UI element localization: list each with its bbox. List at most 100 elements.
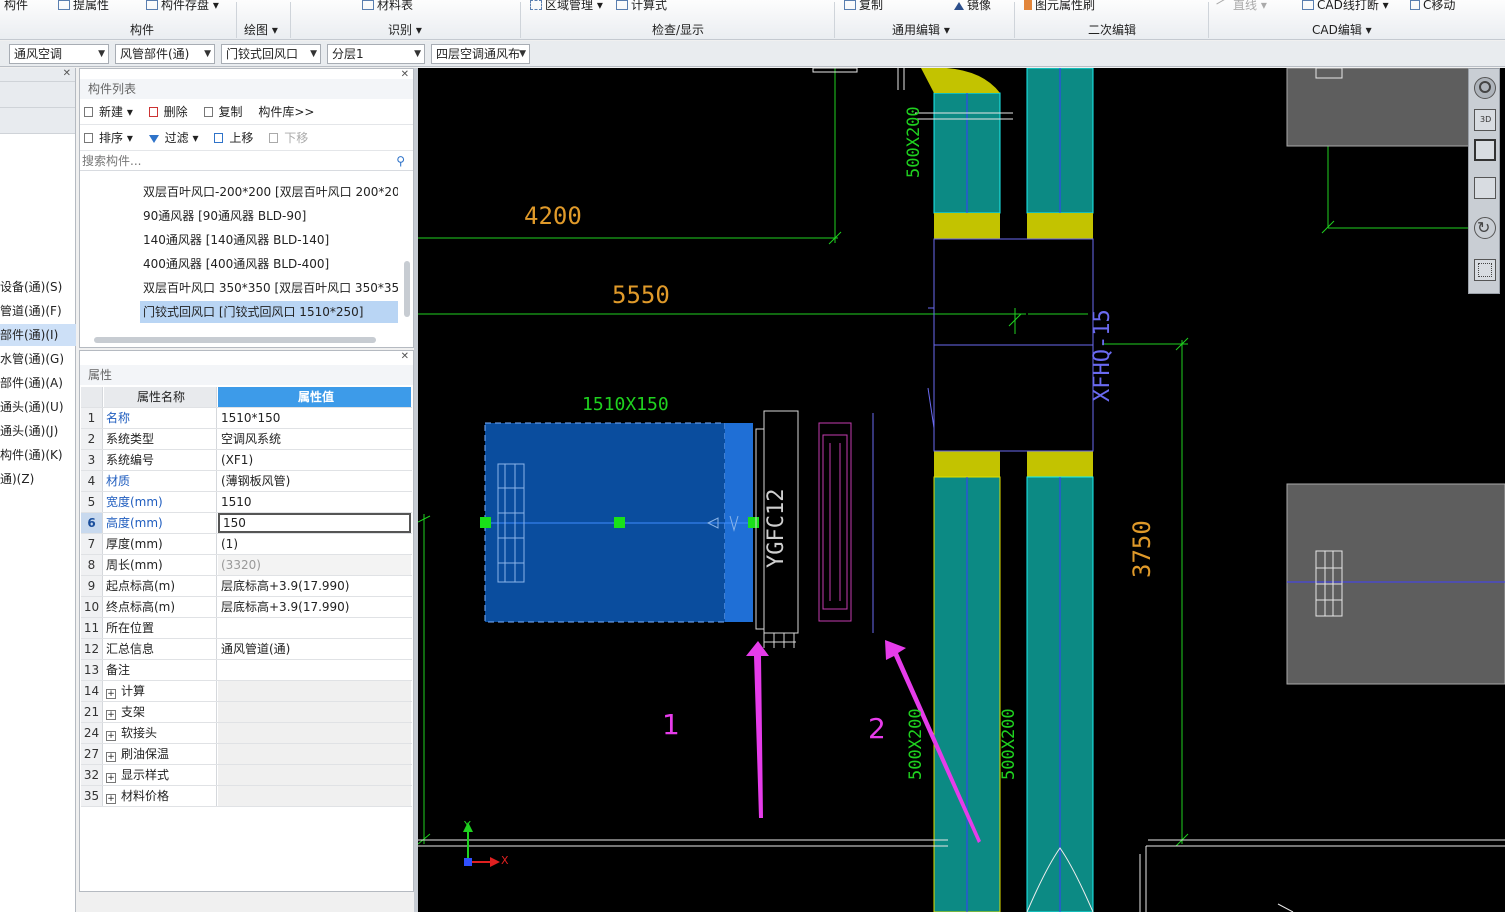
property-value[interactable]: 层底标高+3.9(17.990): [218, 597, 411, 617]
property-group-row[interactable]: 27 + 刷油保温: [81, 744, 412, 765]
library-button[interactable]: 构件库>>: [258, 105, 314, 119]
list-item[interactable]: 140通风器 [140通风器 BLD-140]: [140, 229, 398, 251]
list-item[interactable]: 双层百叶风口-200*200 [双层百叶风口 200*200: [140, 181, 398, 203]
horizontal-scrollbar[interactable]: [94, 337, 376, 343]
group-label-draw[interactable]: 绘图 ▾: [244, 21, 278, 38]
delete-button[interactable]: 删除: [148, 105, 194, 119]
property-value[interactable]: 1510*150: [218, 408, 411, 428]
property-row[interactable]: 7 厚度(mm) (1): [81, 534, 412, 555]
tree-item[interactable]: 通头(通)(J): [0, 420, 76, 442]
tree-item[interactable]: 管道(通)(F): [0, 300, 76, 322]
expand-icon[interactable]: +: [106, 710, 116, 720]
property-row[interactable]: 12 汇总信息 通风管道(通): [81, 639, 412, 660]
discipline-select[interactable]: 通风空调 ▼: [9, 44, 109, 64]
property-row[interactable]: 2 系统类型 空调风系统: [81, 429, 412, 450]
orbit-view-button[interactable]: [1474, 77, 1496, 99]
property-row[interactable]: 5 宽度(mm) 1510: [81, 492, 412, 513]
search-input[interactable]: 搜索构件...: [82, 154, 141, 168]
ribbon-region-manage-button[interactable]: 区域管理 ▾: [530, 0, 603, 13]
view-3d-button[interactable]: 3D: [1474, 109, 1496, 131]
property-value[interactable]: (薄钢板风管): [218, 471, 411, 491]
list-item[interactable]: 400通风器 [400通风器 BLD-400]: [140, 253, 398, 275]
ribbon-mirror-button[interactable]: 镜像: [954, 0, 991, 13]
view-top-button[interactable]: [1474, 139, 1496, 161]
filter-button[interactable]: 过滤 ▾: [148, 131, 205, 145]
tree-item[interactable]: 通头(通)(U): [0, 396, 76, 418]
grip-handle[interactable]: [748, 517, 759, 528]
ribbon-cad-break-button[interactable]: CAD线打断 ▾: [1302, 0, 1389, 13]
property-group-row[interactable]: 21 + 支架: [81, 702, 412, 723]
property-row[interactable]: 10 终点标高(m) 层底标高+3.9(17.990): [81, 597, 412, 618]
tree-item[interactable]: 设备(通)(S): [0, 276, 76, 298]
expand-icon[interactable]: +: [106, 731, 116, 741]
property-row[interactable]: 13 备注: [81, 660, 412, 681]
expand-icon[interactable]: +: [106, 773, 116, 783]
search-field[interactable]: 搜索构件... ⚲: [80, 151, 413, 171]
property-value-input[interactable]: 150: [218, 513, 411, 533]
tree-item[interactable]: 通)(Z): [0, 468, 76, 490]
rotate-view-button[interactable]: ↻: [1474, 217, 1496, 239]
tree-item[interactable]: 部件(通)(A): [0, 372, 76, 394]
group-label-cad-edit[interactable]: CAD编辑 ▾: [1312, 21, 1372, 38]
close-icon[interactable]: ✕: [63, 68, 71, 79]
property-value[interactable]: 1510: [218, 492, 411, 512]
equipment-box[interactable]: [1286, 68, 1473, 147]
property-value[interactable]: (XF1): [218, 450, 411, 470]
ribbon-copy-button[interactable]: 复制: [844, 0, 883, 13]
list-item-selected[interactable]: 门铰式回风口 [门铰式回风口 1510*250]: [140, 301, 398, 323]
category-select[interactable]: 风管部件(通) ▼: [115, 44, 215, 64]
group-label-general-edit[interactable]: 通用编辑 ▾: [892, 21, 950, 38]
ribbon-save-component-button[interactable]: 构件存盘 ▾: [146, 0, 219, 13]
property-value[interactable]: 通风管道(通): [218, 639, 411, 659]
duct-size-bottom-left: 500X200: [906, 708, 926, 780]
property-group-row[interactable]: 14 + 计算: [81, 681, 412, 702]
ribbon-move-button[interactable]: C移动: [1410, 0, 1455, 13]
property-group-row[interactable]: 24 + 软接头: [81, 723, 412, 744]
ribbon-material-table-button[interactable]: 材料表: [362, 0, 413, 13]
property-row[interactable]: 3 系统编号 (XF1): [81, 450, 412, 471]
list-item[interactable]: 双层百叶风口 350*350 [双层百叶风口 350*350: [140, 277, 398, 299]
drawing-select[interactable]: 四层空调通风布 ▼: [431, 44, 530, 64]
property-row[interactable]: 11 所在位置: [81, 618, 412, 639]
view-grid-button[interactable]: [1474, 259, 1496, 281]
move-down-button[interactable]: 下移: [269, 131, 314, 145]
ribbon-property-brush-button[interactable]: 图元属性刷: [1024, 0, 1095, 13]
grip-handle[interactable]: [614, 517, 625, 528]
property-row[interactable]: 4 材质 (薄钢板风管): [81, 471, 412, 492]
move-up-button[interactable]: 上移: [214, 131, 259, 145]
tree-item-selected[interactable]: 部件(通)(I): [0, 324, 76, 346]
ribbon-line-button[interactable]: 直线 ▾: [1216, 0, 1267, 13]
vertical-scrollbar[interactable]: [404, 261, 410, 317]
property-value[interactable]: [218, 660, 411, 680]
expand-icon[interactable]: +: [106, 689, 116, 699]
ribbon-formula-button[interactable]: 计算式: [616, 0, 667, 13]
property-row[interactable]: 1 名称 1510*150: [81, 408, 412, 429]
property-row[interactable]: 9 起点标高(m) 层底标高+3.9(17.990): [81, 576, 412, 597]
return-air-grille[interactable]: [818, 422, 852, 622]
property-group-row[interactable]: 32 + 显示样式: [81, 765, 412, 786]
grip-handle[interactable]: [480, 517, 491, 528]
ribbon-component-button[interactable]: 构件: [4, 0, 28, 13]
property-value[interactable]: 层底标高+3.9(17.990): [218, 576, 411, 596]
expand-icon[interactable]: +: [106, 752, 116, 762]
property-value[interactable]: [218, 618, 411, 638]
property-value[interactable]: 空调风系统: [218, 429, 411, 449]
component-type-select[interactable]: 门铰式回风口 ▼: [221, 44, 321, 64]
tree-item[interactable]: 水管(通)(G): [0, 348, 76, 370]
ribbon-extract-property-button[interactable]: 提属性: [58, 0, 109, 13]
expand-icon[interactable]: +: [106, 794, 116, 804]
property-group-row[interactable]: 35 + 材料价格: [81, 786, 412, 807]
close-icon[interactable]: ✕: [401, 351, 409, 362]
copy-button[interactable]: 复制: [203, 105, 249, 119]
layer-select[interactable]: 分层1 ▼: [327, 44, 425, 64]
list-item[interactable]: 90通风器 [90通风器 BLD-90]: [140, 205, 398, 227]
tree-item[interactable]: 构件(通)(K): [0, 444, 76, 466]
property-row-active[interactable]: 6 高度(mm) 150: [81, 513, 412, 534]
view-side-button[interactable]: [1474, 177, 1496, 199]
property-value[interactable]: (1): [218, 534, 411, 554]
group-label-recognize[interactable]: 识别 ▾: [388, 21, 422, 38]
new-button[interactable]: 新建 ▾: [84, 105, 139, 119]
cad-drawing-canvas[interactable]: 4200 5550 3750 1510X150 500X200 500X200 …: [418, 68, 1505, 912]
property-row[interactable]: 8 周长(mm) (3320): [81, 555, 412, 576]
sort-button[interactable]: 排序 ▾: [84, 131, 139, 145]
